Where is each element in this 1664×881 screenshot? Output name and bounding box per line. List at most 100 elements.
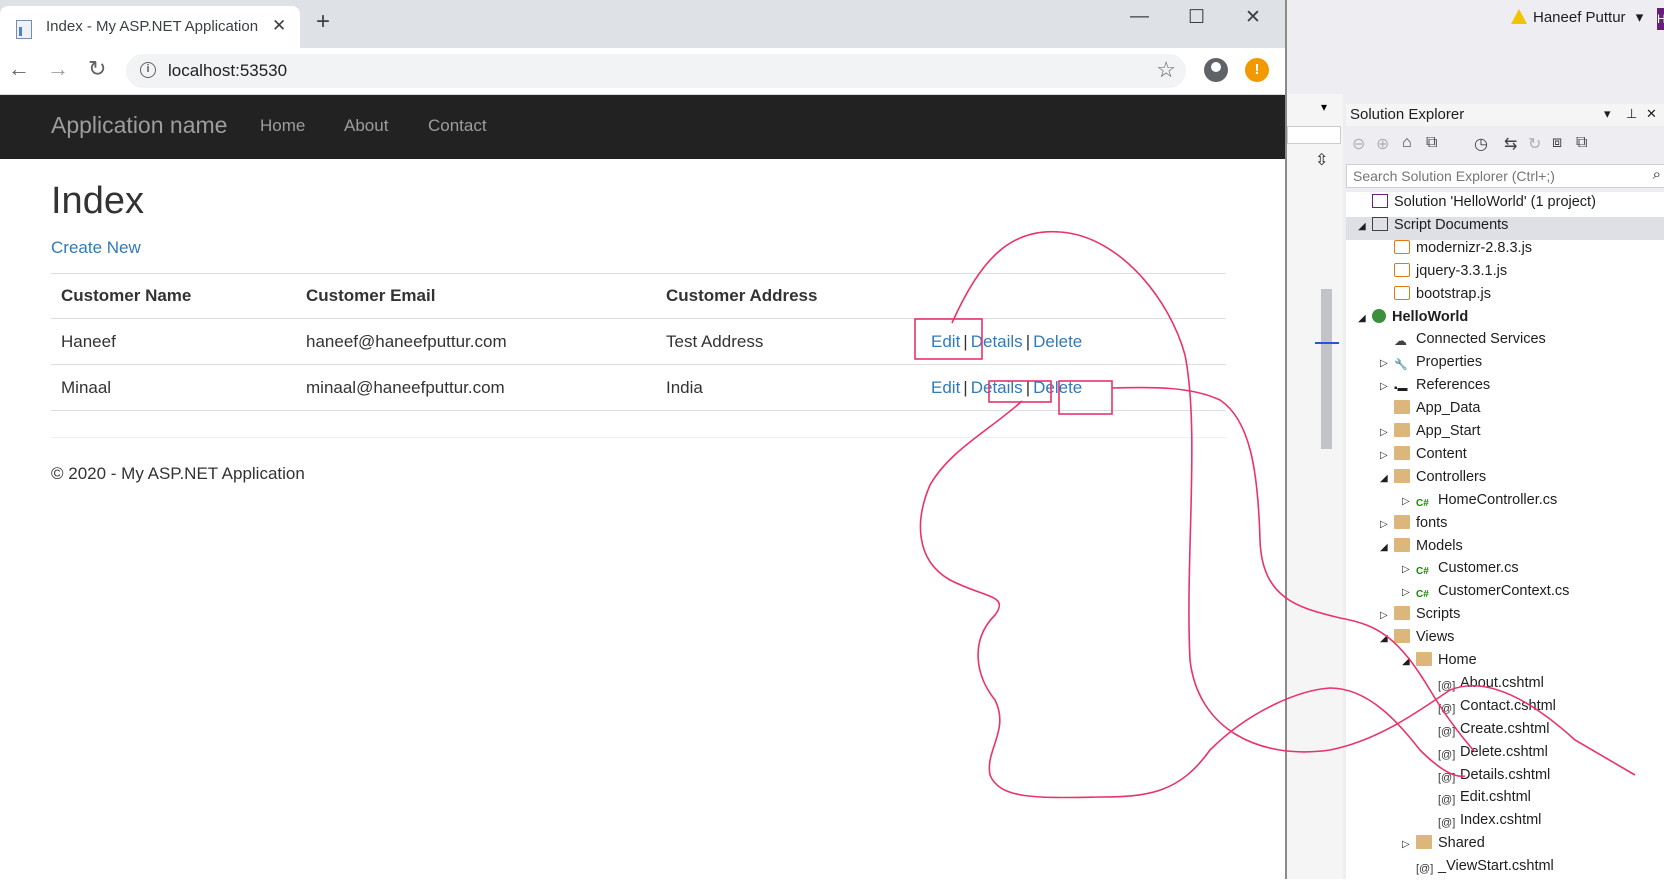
tree-node[interactable]: ◢ Controllers [1380,468,1486,492]
tree-node[interactable]: ◢ Views [1380,629,1454,652]
expand-arrow-icon[interactable]: ▷ [1402,587,1416,598]
tree-node[interactable]: ▷ C# Customer.cs [1402,560,1519,583]
pending-changes-icon[interactable]: ◷ [1474,134,1488,154]
wrench-icon: 🔧 [1394,359,1408,372]
tree-node[interactable]: [@] Details.cshtml [1424,767,1550,790]
expand-arrow-icon[interactable]: ▷ [1402,496,1416,507]
tree-node[interactable]: Solution 'HelloWorld' (1 project) [1358,194,1596,217]
editor-dropdown[interactable] [1287,126,1341,144]
nav-home-link[interactable]: Home [260,116,305,136]
tree-node[interactable]: ▷ ▪▬ References [1380,377,1490,400]
expand-arrow-icon[interactable]: ▷ [1380,610,1394,621]
cshtml-file-icon: [@] [1438,725,1456,738]
edit-link[interactable]: Edit [931,332,960,351]
details-link[interactable]: Details [971,332,1023,351]
delete-link[interactable]: Delete [1033,332,1082,351]
nav-contact-link[interactable]: Contact [428,116,487,136]
collapse-arrow-icon[interactable]: ◢ [1380,633,1394,644]
tree-node[interactable]: ◢ Home [1402,652,1477,675]
home-icon[interactable]: ⌂ [1402,134,1412,152]
create-new-link[interactable]: Create New [51,238,141,258]
profile-avatar-icon[interactable] [1204,58,1228,82]
pin-icon[interactable]: ⊥ [1626,106,1637,122]
tree-node[interactable]: [@] About.cshtml [1424,675,1544,698]
tree-node[interactable]: jquery-3.3.1.js [1380,262,1507,286]
tree-node[interactable]: ▷ fonts [1380,514,1447,538]
show-all-files-icon[interactable]: ⧉ [1576,134,1587,152]
refresh-icon[interactable]: ↻ [1528,134,1541,154]
tree-node[interactable]: modernizr-2.8.3.js [1380,239,1532,263]
tree-node[interactable]: [@] Edit.cshtml [1424,789,1531,812]
expand-arrow-icon[interactable]: ▷ [1380,519,1394,530]
update-alert-icon[interactable]: ! [1245,58,1269,82]
minimize-button[interactable]: — [1130,6,1149,28]
link-separator: | [1025,331,1031,351]
tree-node[interactable]: ▷ C# CustomerContext.cs [1402,583,1569,606]
expand-arrow-icon[interactable]: ▷ [1380,358,1394,369]
tree-node[interactable]: ▷ App_Start [1380,423,1481,446]
split-editor-icon[interactable]: ⇳ [1315,150,1328,170]
chevron-down-icon[interactable]: ▾ [1321,100,1327,114]
forward-icon[interactable]: ⊕ [1376,134,1389,154]
tree-node[interactable]: bootstrap.js [1380,285,1491,309]
collapse-arrow-icon[interactable]: ◢ [1380,542,1394,553]
switch-views-icon[interactable]: ⧉ [1426,134,1437,152]
tree-node[interactable]: [@] Contact.cshtml [1424,698,1556,721]
tree-node[interactable]: ◢ HelloWorld [1358,308,1468,332]
tree-node[interactable]: [@] Delete.cshtml [1424,744,1548,767]
expand-arrow-icon[interactable]: ▷ [1380,450,1394,461]
tree-node[interactable]: ▷ 🔧 Properties [1380,354,1482,377]
account-menu[interactable]: Haneef Puttur ▾ [1511,8,1643,26]
account-avatar[interactable]: H [1657,8,1664,30]
close-tab-icon[interactable]: ✕ [272,16,286,36]
brand-link[interactable]: Application name [51,112,227,139]
nav-about-link[interactable]: About [344,116,388,136]
details-link[interactable]: Details [971,378,1023,397]
tree-node[interactable]: [@] Create.cshtml [1424,721,1549,744]
collapse-all-icon[interactable]: ⧈ [1552,134,1562,152]
expand-arrow-icon[interactable]: ▷ [1380,427,1394,438]
tree-node[interactable]: ▷ Shared [1402,835,1485,858]
search-input[interactable] [1351,167,1635,185]
back-button[interactable]: ← [8,58,30,80]
tree-node[interactable]: ▷ C# HomeController.cs [1402,492,1557,515]
chevron-down-icon: ▾ [1635,9,1644,26]
expand-arrow-icon[interactable]: ▷ [1402,564,1416,575]
site-info-icon[interactable]: i [140,62,156,78]
solution-explorer-search[interactable]: ⌕ [1346,164,1664,188]
close-window-button[interactable]: ✕ [1245,6,1261,29]
tree-node[interactable]: App_Data [1380,400,1481,423]
tree-node-label: CustomerContext.cs [1438,583,1570,600]
tree-node[interactable]: [@] Index.cshtml [1424,812,1541,835]
expand-arrow-icon[interactable]: ▷ [1380,381,1394,392]
editor-scrollbar[interactable] [1321,289,1332,449]
window-position-icon[interactable]: ▾ [1604,106,1611,122]
url-text[interactable]: localhost:53530 [168,61,287,81]
collapse-arrow-icon[interactable]: ◢ [1402,656,1416,667]
edit-link[interactable]: Edit [931,378,960,397]
forward-button[interactable]: → [47,58,69,80]
tree-node[interactable]: ◢ Models [1380,537,1463,561]
expand-arrow-icon[interactable]: ▷ [1402,839,1416,850]
tree-node[interactable]: [@] _ViewStart.cshtml [1402,858,1554,881]
address-bar[interactable]: i localhost:53530 ☆ [126,54,1186,88]
maximize-button[interactable]: ☐ [1188,6,1205,29]
tree-node[interactable]: ☁ Connected Services [1380,331,1546,354]
collapse-arrow-icon[interactable]: ◢ [1358,313,1372,324]
browser-tab[interactable]: Index - My ASP.NET Application ✕ [0,6,300,48]
footer-text: © 2020 - My ASP.NET Application [51,464,305,483]
back-icon[interactable]: ⊖ [1352,134,1365,154]
new-tab-button[interactable]: + [316,10,330,34]
close-icon[interactable]: ✕ [1646,106,1657,122]
bookmark-star-icon[interactable]: ☆ [1156,57,1176,83]
collapse-arrow-icon[interactable]: ◢ [1358,221,1372,232]
reload-button[interactable]: ↻ [88,58,106,80]
search-icon[interactable]: ⌕ [1653,166,1661,183]
collapse-arrow-icon[interactable]: ◢ [1380,473,1394,484]
tree-node[interactable]: ▷ Scripts [1380,606,1460,629]
sync-icon[interactable]: ⇆ [1504,134,1517,154]
tree-node[interactable]: ▷ Content [1380,445,1467,469]
cshtml-file-icon: [@] [1438,679,1456,692]
tree-node[interactable]: ◢ Script Documents [1346,216,1664,240]
delete-link[interactable]: Delete [1033,378,1082,397]
